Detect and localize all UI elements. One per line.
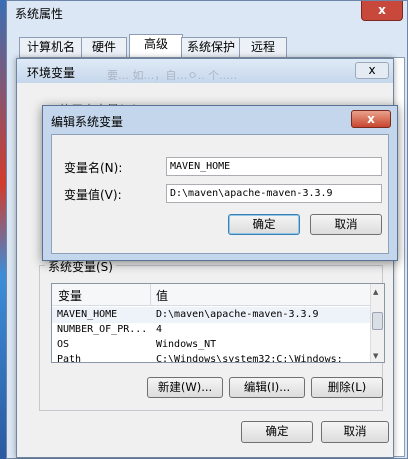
tab-computer-name[interactable]: 计算机名 [19,37,83,58]
variable-value: Windows_NT [156,339,217,350]
system-variables-list[interactable]: 变量 值 MAVEN_HOME D:\maven\apache-maven-3.… [51,283,385,363]
close-button[interactable]: x [351,110,391,128]
tab-hardware[interactable]: 硬件 [81,37,127,58]
close-icon: x [367,112,375,126]
edit-variable-button[interactable]: 编辑(I)... [229,377,305,398]
variable-value: C:\Windows\system32;C:\Windows; [156,354,343,363]
column-divider[interactable] [150,284,151,306]
list-header: 变量 值 [52,284,384,306]
tab-advanced[interactable]: 高级 [129,34,183,59]
scroll-up-icon[interactable]: ▲ [373,288,378,296]
table-row[interactable]: Path C:\Windows\system32;C:\Windows; [52,352,384,363]
variable-value-input[interactable]: D:\maven\apache-maven-3.3.9 [166,184,382,203]
variable-name-input[interactable]: MAVEN_HOME [166,157,382,176]
table-row[interactable]: OS Windows_NT [52,337,384,353]
edit-system-variable-dialog: 编辑系统变量 x 变量名(N): MAVEN_HOME 变量值(V): D:\m… [42,105,398,261]
tab-system-protection[interactable]: 系统保护 [181,37,241,58]
dialog-title: 编辑系统变量 [51,115,124,129]
tab-remote[interactable]: 远程 [239,37,287,58]
scrollbar-thumb[interactable] [372,312,383,330]
close-icon: x [368,63,376,77]
close-button[interactable]: x [361,1,403,21]
column-header-variable[interactable]: 变量 [58,287,82,304]
close-button[interactable]: x [355,62,389,79]
dialog-title: 环境变量 [27,66,76,80]
scroll-down-icon[interactable]: ▼ [373,352,378,360]
variable-value: 4 [156,324,163,335]
delete-variable-button[interactable]: 删除(L) [311,377,383,398]
dialog-body: 变量名(N): MAVEN_HOME 变量值(V): D:\maven\apac… [51,134,389,254]
variable-name: Path [57,354,82,363]
column-header-value[interactable]: 值 [156,287,168,304]
window-title: 系统属性 [15,7,64,21]
cancel-button[interactable]: 取消 [310,214,382,235]
variable-name: NUMBER_OF_PR... [57,324,148,335]
variable-value-label: 变量值(V): [64,188,122,202]
description-text: 要… 如…，自…ㅇ.. 个..… [107,69,238,82]
ok-button[interactable]: 确定 [228,214,300,235]
close-icon: x [378,3,386,17]
new-variable-button[interactable]: 新建(W)... [147,377,223,398]
variable-name: MAVEN_HOME [57,309,118,320]
vertical-scrollbar[interactable]: ▲ ▼ [370,284,384,362]
cancel-button[interactable]: 取消 [321,421,389,443]
variable-name-label: 变量名(N): [64,161,123,175]
table-row[interactable]: MAVEN_HOME D:\maven\apache-maven-3.3.9 [52,307,384,323]
table-row[interactable]: NUMBER_OF_PR... 4 [52,322,384,338]
variable-name: OS [57,339,70,350]
ok-button[interactable]: 确定 [241,421,313,443]
variable-value: D:\maven\apache-maven-3.3.9 [156,309,319,320]
